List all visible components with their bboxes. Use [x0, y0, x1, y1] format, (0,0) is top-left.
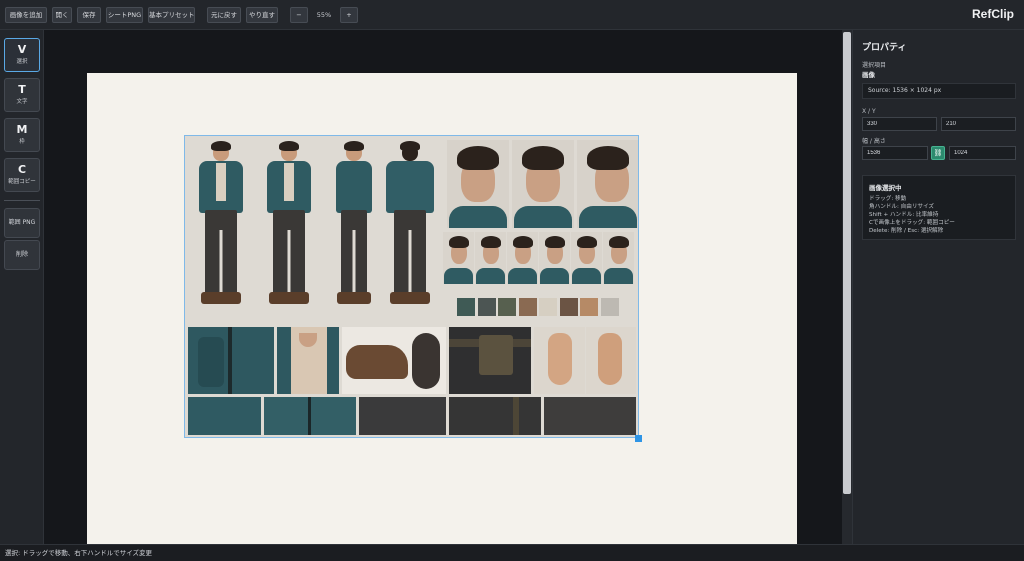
save-button[interactable]: 保存	[77, 7, 101, 23]
detail-boots	[342, 327, 446, 394]
character-sheet-image[interactable]	[184, 135, 639, 438]
delete-button[interactable]: 削除	[4, 240, 40, 270]
color-swatch	[498, 298, 516, 316]
color-swatch	[559, 298, 578, 316]
help-title: 画像選択中	[869, 184, 902, 192]
face-three-quarter-large	[512, 140, 574, 228]
expression-face	[603, 232, 634, 284]
tool-text-key: T	[18, 83, 26, 96]
help-box: 画像選択中 ドラッグ: 移動 角ハンドル: 自由リサイズ Shift + ハンド…	[862, 175, 1016, 240]
expression-face	[571, 232, 602, 284]
y-input[interactable]	[941, 117, 1016, 131]
range-png-label: 範囲 PNG	[8, 219, 36, 226]
color-swatch	[477, 298, 496, 316]
detail-belt-pouch	[449, 327, 531, 394]
tool-frame-key: M	[16, 123, 28, 136]
zoom-level: 55%	[316, 11, 332, 19]
figure-front	[191, 141, 251, 309]
tool-rail: V 選択 T 文字 M 枠 C 範囲コピー 範囲 PNG 削除	[0, 30, 44, 544]
figure-three-quarter	[259, 141, 319, 309]
basic-preset-button[interactable]: 基本プリセット	[148, 7, 195, 23]
redo-button[interactable]: やり直す	[246, 7, 278, 23]
selected-item-label: 選択項目	[862, 62, 887, 69]
range-png-button[interactable]: 範囲 PNG	[4, 208, 40, 238]
open-button[interactable]: 開く	[52, 7, 72, 23]
color-swatch	[457, 298, 475, 316]
help-line: Cで画像上をドラッグ: 範囲コピー	[869, 220, 955, 226]
texture-canvas	[544, 397, 636, 435]
status-bar: 選択: ドラッグで移動、右下ハンドルでサイズ変更	[0, 544, 1024, 561]
add-image-button[interactable]: 画像を追加	[5, 7, 47, 23]
width-input[interactable]	[862, 146, 928, 160]
detail-hand-left	[534, 327, 585, 394]
properties-title: プロパティ	[862, 43, 907, 53]
scrollbar-thumb[interactable]	[843, 32, 851, 494]
texture-pants-dark	[359, 397, 446, 435]
color-swatch	[600, 298, 619, 316]
top-toolbar: 画像を追加 開く 保存 シートPNG 基本プリセット 元に戻す やり直す − 5…	[0, 0, 1024, 30]
tool-range-copy-label: 範囲コピー	[8, 179, 36, 185]
tool-select-key: V	[17, 43, 27, 56]
tool-select-label: 選択	[16, 59, 28, 65]
xy-label: X / Y	[862, 108, 876, 115]
tool-range-copy[interactable]: C 範囲コピー	[4, 158, 40, 192]
color-swatch	[539, 298, 557, 316]
face-profile-large	[577, 140, 638, 228]
expression-face	[475, 232, 506, 284]
help-line: Delete: 削除 / Esc: 選択解除	[869, 228, 944, 234]
tool-text[interactable]: T 文字	[4, 78, 40, 112]
tool-text-label: 文字	[16, 99, 28, 105]
expression-face	[507, 232, 538, 284]
x-input[interactable]	[862, 117, 937, 131]
expression-face	[443, 232, 474, 284]
figure-back	[375, 141, 445, 309]
app-brand: RefClip	[972, 7, 1014, 21]
selected-item-value: 画像	[862, 71, 875, 79]
source-info: Source: 1536 × 1024 px	[862, 83, 1016, 99]
tool-range-copy-key: C	[17, 163, 27, 176]
size-label: 幅 / 高さ	[862, 138, 886, 145]
delete-label: 削除	[15, 251, 28, 258]
resize-handle[interactable]	[635, 435, 642, 442]
texture-jacket-teal	[188, 397, 261, 435]
tool-select[interactable]: V 選択	[4, 38, 40, 72]
texture-pocket	[449, 397, 541, 435]
sheet-png-button[interactable]: シートPNG	[106, 7, 143, 23]
detail-hand-right	[586, 327, 636, 394]
texture-zipper	[264, 397, 356, 435]
detail-shirt-neck	[277, 327, 339, 394]
tool-frame-label: 枠	[19, 139, 25, 145]
tool-frame[interactable]: M 枠	[4, 118, 40, 152]
undo-button[interactable]: 元に戻す	[207, 7, 241, 23]
properties-panel: プロパティ 選択項目 画像 Source: 1536 × 1024 px X /…	[852, 30, 1024, 544]
zoom-in-button[interactable]: +	[340, 7, 358, 23]
face-front-large	[447, 140, 509, 228]
color-swatch	[518, 298, 537, 316]
help-line: Shift + ハンドル: 比率維持	[869, 212, 939, 218]
height-input[interactable]	[949, 146, 1016, 160]
zoom-out-button[interactable]: −	[290, 7, 308, 23]
color-swatch	[580, 298, 598, 316]
aspect-link-icon[interactable]: ⛓	[931, 146, 945, 160]
tool-divider	[4, 200, 40, 201]
detail-jacket-collar	[188, 327, 274, 394]
help-line: 角ハンドル: 自由リサイズ	[869, 204, 935, 210]
expression-face	[539, 232, 570, 284]
help-line: ドラッグ: 移動	[869, 196, 907, 202]
